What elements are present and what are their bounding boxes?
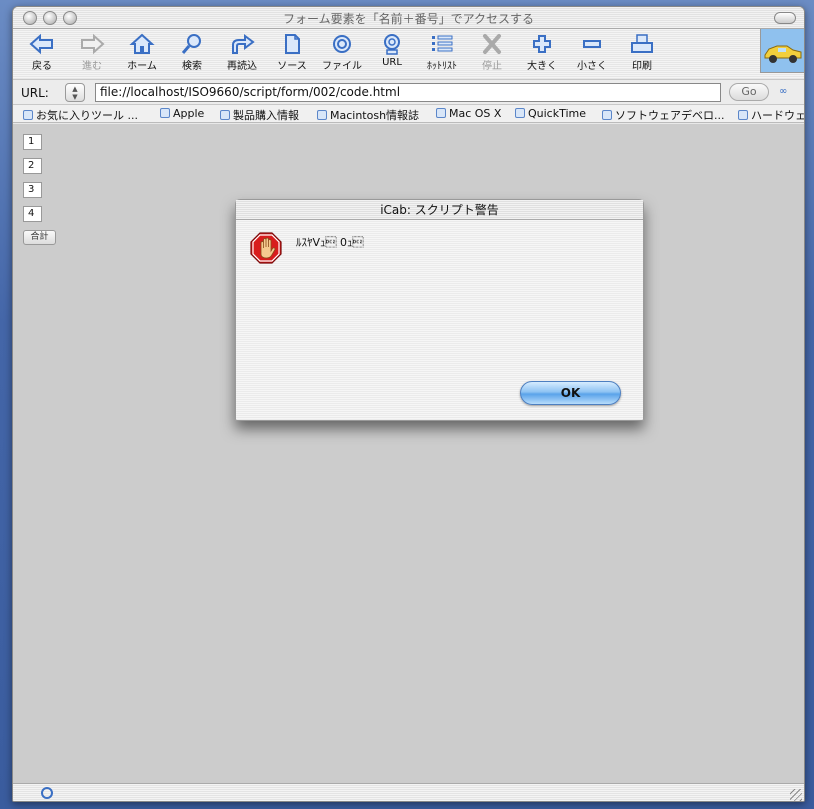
url-bar: URL: ▲ ▼ file://localhost/ISO9660/script/…	[13, 79, 804, 105]
bookmark-label: 製品購入情報	[233, 109, 299, 122]
reload-button[interactable]: 再読込	[217, 31, 267, 77]
bookmark-label: ハードウェ	[751, 109, 804, 122]
number-field-4[interactable]: 4	[23, 206, 42, 222]
hotlist-button-label: ﾎｯﾄﾘｽﾄ	[427, 61, 457, 72]
forward-button-label: 進む	[82, 61, 102, 72]
window-title: フォーム要素を「名前＋番号」でアクセスする	[282, 12, 535, 26]
link-icon[interactable]: ∞	[779, 86, 787, 97]
bookmark-item[interactable]: お気に入りツール ...	[23, 107, 138, 122]
bookmark-item[interactable]: Mac OS X	[436, 107, 501, 120]
bookmark-item[interactable]: ソフトウェアデベロ...	[602, 107, 725, 122]
number-field-2[interactable]: 2	[23, 158, 42, 174]
number-field-1[interactable]: 1	[23, 134, 42, 150]
bookmark-item[interactable]: Macintosh情報誌	[317, 107, 420, 122]
hotlist-button[interactable]: ﾎｯﾄﾘｽﾄ	[417, 31, 467, 77]
bookmark-folder-icon	[220, 110, 230, 120]
file-button-label: ファイル	[322, 61, 362, 72]
back-button[interactable]: 戻る	[17, 31, 67, 77]
larger-text-button[interactable]: 大きく	[517, 31, 567, 77]
print-icon	[631, 34, 653, 53]
bookmark-folder-icon	[515, 108, 525, 118]
bookmark-item[interactable]: 製品購入情報	[220, 107, 299, 122]
bookmark-folder-icon	[602, 110, 612, 120]
print-button[interactable]: 印刷	[617, 31, 667, 77]
resize-grip[interactable]	[790, 789, 802, 801]
dialog-title: iCab: スクリプト警告	[236, 200, 643, 220]
status-bar	[13, 783, 804, 801]
bookmark-folder-icon	[317, 110, 327, 120]
toolbar-toggle-button[interactable]	[774, 12, 796, 24]
url-icon	[384, 34, 400, 55]
status-icon	[41, 787, 53, 799]
bookmark-item[interactable]: ハードウェ	[738, 107, 804, 122]
bookmark-item[interactable]: QuickTime	[515, 107, 586, 120]
plus-icon	[533, 35, 551, 53]
dialog-message: ﾙｽﾔVｭ 0ｭ	[296, 236, 364, 249]
go-button[interactable]: Go	[729, 83, 769, 101]
search-button[interactable]: 検索	[167, 31, 217, 77]
search-button-label: 検索	[182, 61, 202, 72]
file-button[interactable]: ファイル	[317, 31, 367, 77]
file-icon	[333, 35, 351, 53]
bookmark-label: Apple	[173, 107, 205, 120]
minus-icon	[583, 40, 601, 48]
forward-arrow-icon	[81, 33, 105, 55]
bookmark-folder-icon	[160, 108, 170, 118]
number-field-3[interactable]: 3	[23, 182, 42, 198]
source-icon	[285, 34, 300, 54]
bookmark-item[interactable]: Apple	[160, 107, 204, 120]
home-button-label: ホーム	[127, 61, 157, 72]
url-label: URL:	[21, 86, 49, 100]
larger-text-button-label: 大きく	[527, 61, 557, 72]
url-button[interactable]: URL	[367, 31, 417, 77]
bookmark-folder-icon	[738, 110, 748, 120]
sum-button[interactable]: 合計	[23, 230, 56, 245]
history-stepper[interactable]: ▲ ▼	[65, 83, 85, 102]
home-button[interactable]: ホーム	[117, 31, 167, 77]
bookmark-label: QuickTime	[528, 107, 587, 120]
home-icon	[129, 33, 155, 54]
search-icon	[181, 34, 201, 54]
hotlist-icon	[432, 35, 453, 52]
bookmark-label: Mac OS X	[449, 107, 502, 120]
reload-icon	[232, 34, 255, 54]
title-bar[interactable]: フォーム要素を「名前＋番号」でアクセスする	[13, 7, 804, 29]
smaller-text-button[interactable]: 小さく	[567, 31, 617, 77]
stop-hand-icon	[250, 232, 282, 264]
source-button-label: ソース	[277, 61, 307, 72]
smaller-text-button-label: 小さく	[577, 61, 607, 72]
bookmark-label: お気に入りツール ...	[36, 109, 138, 122]
url-input[interactable]: file://localhost/ISO9660/script/form/002…	[95, 83, 721, 102]
back-arrow-icon	[29, 33, 53, 55]
bookmark-label: Macintosh情報誌	[330, 109, 420, 122]
stop-icon	[483, 34, 501, 54]
car-logo-icon	[764, 45, 802, 63]
bookmark-label: ソフトウェアデベロ...	[615, 109, 725, 122]
script-alert-dialog: iCab: スクリプト警告 ﾙｽﾔVｭ 0ｭ OK	[235, 199, 644, 421]
reload-button-label: 再読込	[227, 61, 257, 72]
back-button-label: 戻る	[32, 61, 52, 72]
bookmarks-bar: お気に入りツール ... Apple 製品購入情報 Macintosh情報誌 M…	[13, 105, 804, 123]
stop-button[interactable]: 停止	[467, 31, 517, 77]
stop-button-label: 停止	[482, 61, 502, 72]
bookmark-folder-icon	[23, 110, 33, 120]
ok-button[interactable]: OK	[520, 381, 621, 405]
icab-logo	[760, 29, 804, 73]
toolbar: 戻る 進む ホーム 検索 再読込 ソース ファイル URL ﾎｯﾄﾘｽﾄ 停止 …	[13, 29, 804, 79]
bookmark-folder-icon	[436, 108, 446, 118]
forward-button[interactable]: 進む	[67, 31, 117, 77]
source-button[interactable]: ソース	[267, 31, 317, 77]
url-button-label: URL	[382, 57, 402, 68]
print-button-label: 印刷	[632, 61, 652, 72]
